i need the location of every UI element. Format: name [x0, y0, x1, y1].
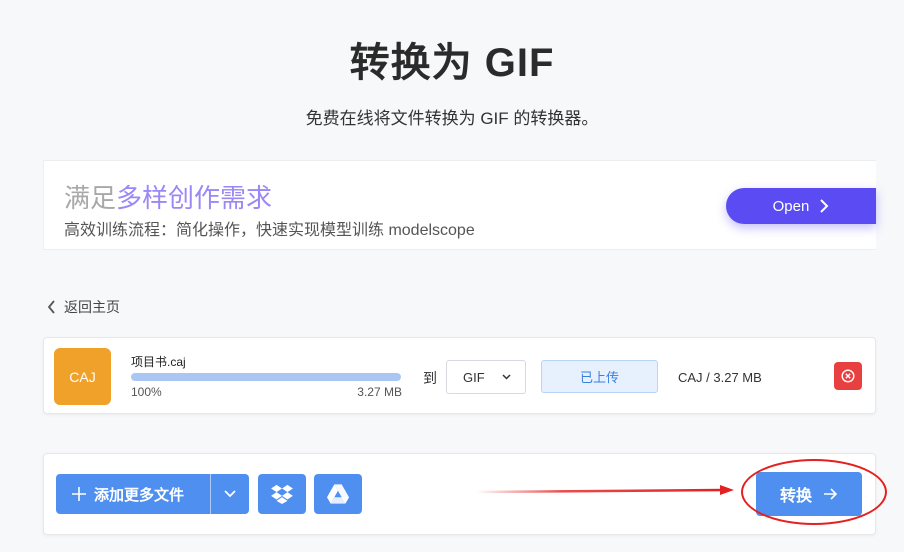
ad-banner[interactable]: 满足多样创作需求 高效训练流程：简化操作，快速实现模型训练 modelscope…: [43, 160, 876, 250]
add-more-files-label: 添加更多文件: [94, 486, 185, 504]
upload-progress-fill: [131, 373, 401, 381]
to-label: 到: [423, 370, 437, 386]
upload-percent: 100%: [131, 385, 162, 399]
dropbox-button[interactable]: [258, 474, 306, 514]
dropbox-icon: [271, 484, 293, 504]
chevron-left-icon: [47, 300, 55, 314]
target-format-select[interactable]: GIF: [446, 360, 526, 394]
ad-description: 高效训练流程：简化操作，快速实现模型训练 modelscope: [64, 222, 475, 239]
upload-progress-bar: [131, 373, 401, 381]
annotation-circle: [741, 459, 887, 525]
chevron-down-icon: [502, 374, 511, 380]
target-format-value: GIF: [463, 369, 485, 385]
file-row: CAJ 项目书.caj 100% 3.27 MB 到 GIF 已上传 CAJ /…: [43, 337, 876, 414]
add-files-group: 添加更多文件: [56, 474, 249, 514]
ad-open-label: Open: [772, 197, 810, 215]
add-more-files-button[interactable]: 添加更多文件: [56, 474, 210, 514]
action-bar: 添加更多文件 转换: [43, 453, 887, 535]
ad-headline-accent: 多样创作需求: [116, 183, 273, 213]
back-to-home-link[interactable]: 返回主页: [47, 297, 120, 317]
page-subtitle: 免费在线将文件转换为 GIF 的转换器。: [305, 109, 599, 128]
page-title: 转换为 GIF: [349, 41, 555, 85]
google-drive-icon: [327, 484, 349, 504]
plus-icon: [72, 487, 86, 501]
google-drive-button[interactable]: [314, 474, 362, 514]
close-circle-icon: [841, 369, 855, 383]
upload-status-badge: 已上传: [541, 360, 658, 393]
file-name: 项目书.caj: [131, 355, 186, 369]
upload-size: 3.27 MB: [357, 385, 402, 399]
chevron-down-icon: [224, 490, 236, 498]
chevron-right-icon: [820, 199, 829, 213]
file-type-thumbnail: CAJ: [54, 348, 111, 405]
annotation-arrow: [476, 485, 734, 495]
ad-open-button[interactable]: Open: [726, 188, 876, 224]
ad-headline-plain: 满足: [64, 183, 117, 213]
back-label: 返回主页: [64, 299, 120, 315]
remove-file-button[interactable]: [834, 362, 862, 390]
add-source-dropdown-button[interactable]: [211, 474, 249, 514]
ad-headline: 满足多样创作需求: [64, 178, 272, 215]
file-info: CAJ / 3.27 MB: [678, 370, 762, 385]
